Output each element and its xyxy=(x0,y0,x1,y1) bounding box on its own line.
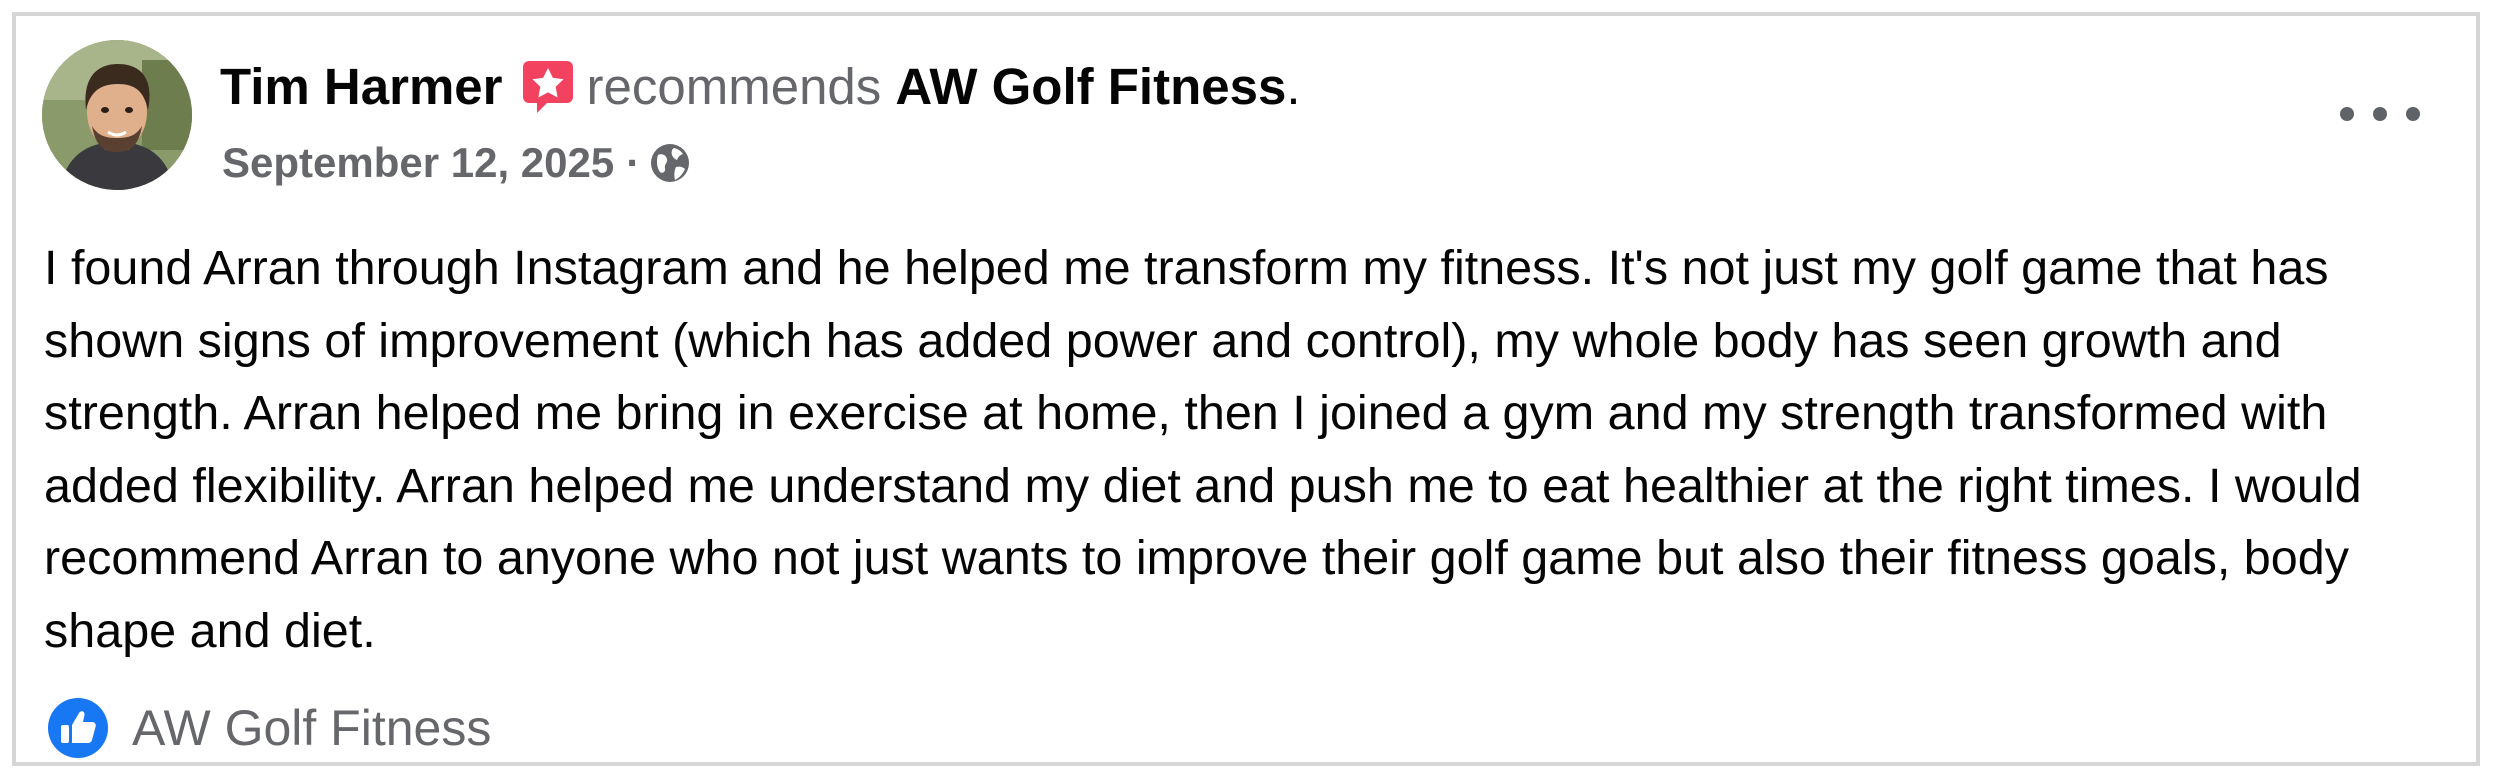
page-footer-link[interactable]: AW Golf Fitness xyxy=(46,692,491,764)
recommends-text: recommends xyxy=(586,57,882,115)
like-icon xyxy=(46,696,110,760)
star-badge-icon xyxy=(519,57,577,115)
avatar[interactable] xyxy=(42,40,192,190)
recommended-page-link[interactable]: AW Golf Fitness xyxy=(895,57,1286,116)
header-period: . xyxy=(1286,57,1301,115)
globe-icon[interactable] xyxy=(648,141,692,185)
meta-separator: · xyxy=(626,139,641,186)
post-header-line: Tim Harmer recommends AW Golf Fitness . xyxy=(220,46,1301,126)
recommendation-post-card: Tim Harmer recommends AW Golf Fitness . … xyxy=(12,12,2480,766)
footer-page-name[interactable]: AW Golf Fitness xyxy=(132,699,491,757)
more-options-icon[interactable] xyxy=(2340,90,2420,138)
post-date[interactable]: September 12, 2025 xyxy=(222,139,614,187)
post-meta: September 12, 2025 · xyxy=(222,133,692,193)
review-text: I found Arran through Instagram and he h… xyxy=(44,241,2362,658)
author-name[interactable]: Tim Harmer xyxy=(220,57,503,116)
avatar-photo xyxy=(42,40,192,190)
